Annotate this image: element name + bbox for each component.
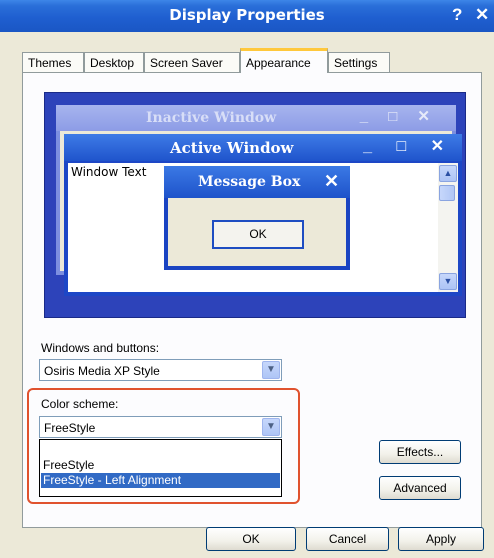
ok-button[interactable]: OK: [206, 527, 296, 551]
highlight-annotation: [27, 388, 300, 504]
effects-button[interactable]: Effects...: [379, 440, 461, 464]
scroll-thumb: [439, 185, 455, 201]
windows-and-buttons-label: Windows and buttons:: [41, 341, 160, 355]
message-box-title-bar: Message Box ✕: [164, 166, 350, 198]
scroll-down-icon: ▼: [439, 273, 457, 290]
message-box-close-icon: ✕: [324, 171, 340, 191]
inactive-title-bar: Inactive Window _ □ ✕: [56, 105, 456, 131]
windows-and-buttons-select[interactable]: Osiris Media XP Style ▼: [39, 359, 282, 381]
message-box-body: OK: [168, 198, 346, 266]
close-icon[interactable]: ✕: [475, 5, 489, 25]
window-title: Display Properties: [169, 6, 325, 24]
tab-appearance[interactable]: Appearance: [240, 48, 328, 73]
active-window-title: Active Window: [170, 139, 294, 157]
message-box-title: Message Box: [198, 174, 301, 190]
preview-scrollbar: ▲ ▼: [438, 163, 458, 292]
inactive-window-controls-icon: _ □ ✕: [359, 108, 438, 125]
tab-settings[interactable]: Settings: [328, 52, 390, 72]
tab-themes[interactable]: Themes: [22, 52, 84, 72]
title-bar: Display Properties ? ✕: [0, 0, 494, 32]
active-window-controls-icon: _ □ ✕: [363, 138, 454, 155]
inactive-window-title: Inactive Window: [146, 110, 277, 126]
scroll-up-icon: ▲: [439, 165, 457, 182]
apply-button[interactable]: Apply: [398, 527, 484, 551]
advanced-button[interactable]: Advanced: [379, 476, 461, 500]
cancel-button[interactable]: Cancel: [306, 527, 389, 551]
help-icon[interactable]: ?: [452, 5, 462, 25]
message-box-preview: Message Box ✕ OK: [164, 166, 350, 270]
chevron-down-icon[interactable]: ▼: [262, 361, 280, 379]
tab-screen-saver[interactable]: Screen Saver: [144, 52, 240, 72]
window-text-sample: Window Text: [71, 165, 147, 179]
windows-and-buttons-value: Osiris Media XP Style: [44, 364, 160, 378]
tab-desktop[interactable]: Desktop: [84, 52, 144, 72]
active-title-bar: Active Window _ □ ✕: [64, 134, 462, 161]
message-box-ok-button: OK: [212, 220, 304, 249]
